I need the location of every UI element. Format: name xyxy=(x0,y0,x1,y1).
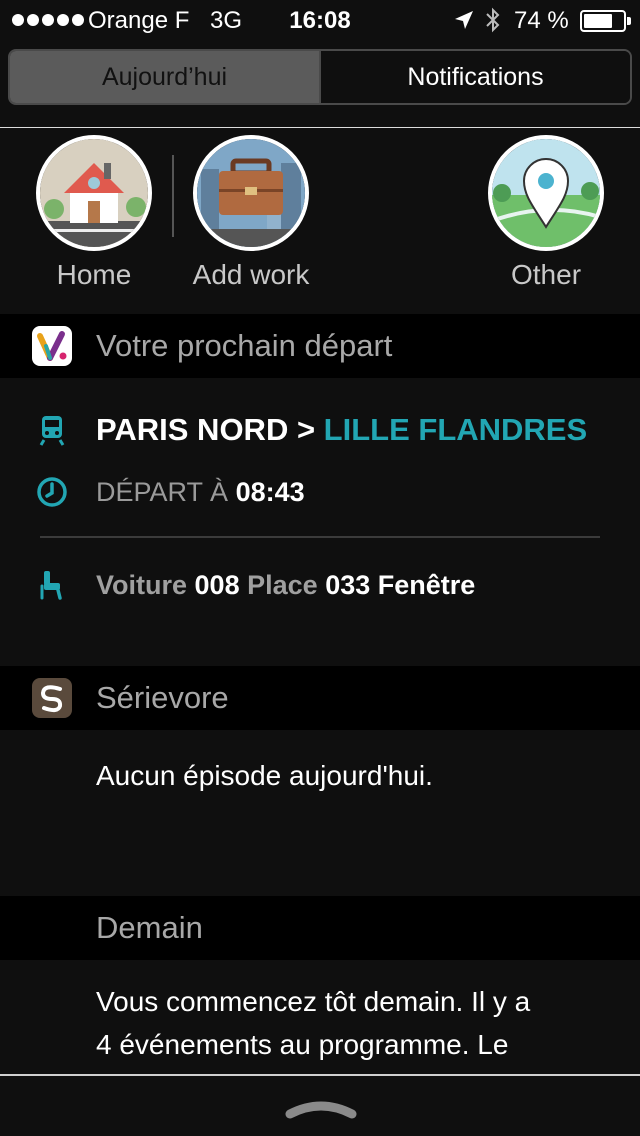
status-bar: Orange F 3G 16:08 74 % xyxy=(0,0,640,40)
battery-icon xyxy=(580,10,631,32)
shortcut-other[interactable]: Other xyxy=(481,135,611,291)
seat-info: Voiture 008 Place 033 Fenêtre xyxy=(96,570,475,601)
departure-time: DÉPART À 08:43 xyxy=(96,477,305,508)
notification-center-bottom-bar xyxy=(0,1074,640,1136)
close-handle-icon[interactable] xyxy=(284,1096,358,1120)
shortcut-home-label: Home xyxy=(56,259,132,290)
train-divider xyxy=(40,536,600,538)
house-icon xyxy=(36,135,152,251)
car-label: Voiture xyxy=(96,570,188,600)
car-value: 008 xyxy=(194,570,240,600)
departure-label: DÉPART À xyxy=(96,477,229,507)
train-icon xyxy=(36,414,68,446)
serievore-message: Aucun épisode aujourd'hui. xyxy=(96,760,433,791)
clock-icon xyxy=(36,476,68,508)
widget-header-serievore[interactable]: Sérievore xyxy=(0,666,640,730)
route-destination: LILLE FLANDRES xyxy=(323,412,588,447)
seat-label: Place xyxy=(247,570,318,600)
widget-title-demain: Demain xyxy=(96,910,203,945)
tab-today[interactable]: Aujourd’hui xyxy=(10,51,319,103)
departure-value: 08:43 xyxy=(235,477,305,507)
top-divider xyxy=(0,127,640,128)
widget-title-train: Votre prochain départ xyxy=(96,328,393,363)
widget-title-serievore: Sérievore xyxy=(96,680,229,715)
battery-percentage: 74 % xyxy=(514,7,569,34)
shortcut-separator xyxy=(172,155,174,237)
map-pin-icon xyxy=(488,135,604,251)
widget-header-train[interactable]: Votre prochain départ xyxy=(0,314,640,378)
voyages-sncf-app-icon xyxy=(32,326,72,366)
shortcut-add-work-label: Add work xyxy=(192,259,310,290)
demain-line-2: 4 événements au programme. Le xyxy=(96,1029,509,1060)
shortcut-other-label: Other xyxy=(510,259,582,290)
location-arrow-icon xyxy=(454,9,474,37)
serievore-app-icon xyxy=(32,678,72,718)
route-origin: PARIS NORD > xyxy=(96,412,316,447)
widget-header-demain[interactable]: Demain xyxy=(0,896,640,960)
tab-notifications[interactable]: Notifications xyxy=(319,51,630,103)
seat-icon xyxy=(36,568,68,600)
shortcut-add-work[interactable]: Add work xyxy=(186,135,316,291)
demain-line-1: Vous commencez tôt demain. Il y a xyxy=(96,986,531,1017)
train-route: PARIS NORD > LILLE FLANDRES xyxy=(96,412,587,448)
briefcase-icon xyxy=(193,135,309,251)
seat-value: 033 Fenêtre xyxy=(325,570,476,600)
view-segmented-control: Aujourd’hui Notifications xyxy=(8,49,632,105)
shortcut-home[interactable]: Home xyxy=(29,135,159,291)
bluetooth-icon xyxy=(484,7,502,40)
